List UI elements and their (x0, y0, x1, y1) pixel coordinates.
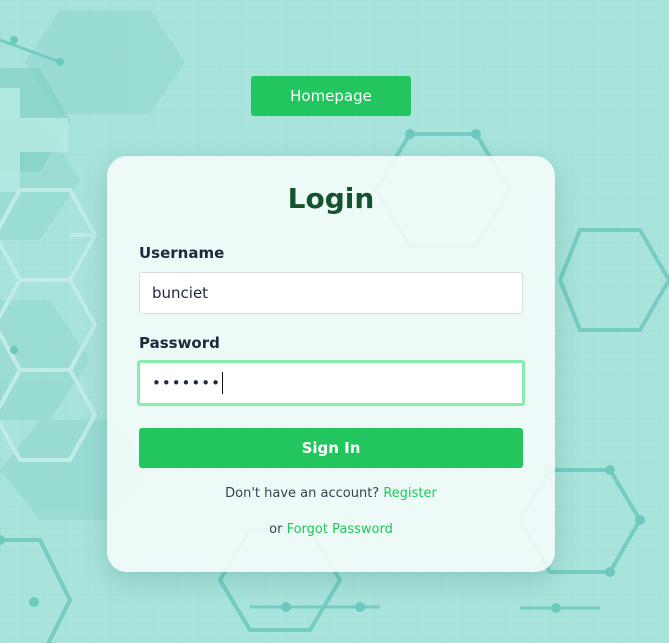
login-card: Login Username bunciet Password ••••••• … (107, 156, 555, 572)
username-input[interactable]: bunciet (139, 272, 523, 314)
sign-in-button[interactable]: Sign In (139, 428, 523, 468)
forgot-line: or Forgot Password (107, 522, 555, 537)
login-title: Login (287, 182, 375, 215)
register-line: Don't have an account? Register (107, 486, 555, 501)
password-input[interactable]: ••••••• (137, 360, 525, 406)
username-value: bunciet (152, 284, 209, 302)
text-caret (221, 372, 223, 394)
password-label: Password (139, 334, 220, 352)
password-value: ••••••• (152, 374, 221, 392)
username-label: Username (139, 244, 225, 262)
forgot-password-link[interactable]: Forgot Password (287, 522, 393, 537)
homepage-button[interactable]: Homepage (251, 76, 411, 116)
register-prompt: Don't have an account? (225, 486, 380, 501)
register-link[interactable]: Register (383, 486, 437, 501)
or-text: or (269, 522, 283, 537)
